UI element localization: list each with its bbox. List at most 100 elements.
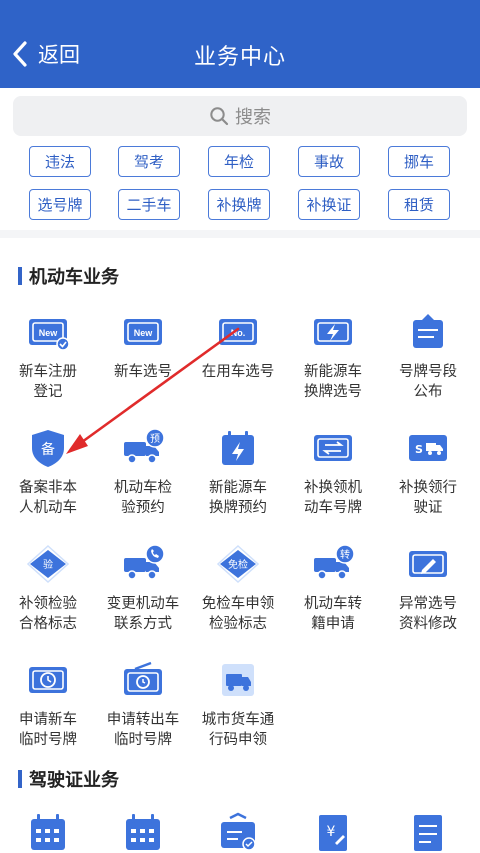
label-line: 联系方式 <box>114 616 172 632</box>
motor-vehicle-section: 机动车业务 New 新车注册 登记 New 新车选号 No. 在用车选号 新能源车 换牌选号 号牌… <box>0 238 480 758</box>
section-title: 机动车业务 <box>29 267 119 288</box>
svg-text:备: 备 <box>41 441 55 458</box>
exempt-badge-icon: 免检 <box>216 544 260 584</box>
service-item-label: 机动车检 验预约 <box>95 478 191 518</box>
label-line: 异常选号 <box>399 596 457 612</box>
label-line: 检验标志 <box>209 616 267 632</box>
label-line: 合格标志 <box>19 616 77 632</box>
fee-document-icon: ¥ <box>319 815 347 851</box>
label-line: 新能源车 <box>209 480 267 496</box>
label-line: 新车选号 <box>114 364 172 380</box>
service-item-label: 备案非本 人机动车 <box>0 478 96 518</box>
service-item-label: 城市货车通 行码申领 <box>190 710 286 750</box>
label-line: 换牌预约 <box>209 500 267 516</box>
svg-text:New: New <box>39 328 59 338</box>
label-line: 登记 <box>33 384 63 400</box>
label-line: 临时号牌 <box>19 732 77 748</box>
label-line: 变更机动车 <box>106 596 180 612</box>
svg-text:New: New <box>134 328 154 338</box>
new-plate-check-icon: New <box>29 319 70 351</box>
svg-text:No.: No. <box>231 328 246 338</box>
service-item-label: 号牌号段 公布 <box>380 362 476 402</box>
label-line: 补领检验 <box>19 596 77 612</box>
quick-tag[interactable]: 补换证 <box>298 189 360 220</box>
section-title: 驾驶证业务 <box>29 770 119 791</box>
announcement-board-icon <box>413 314 443 348</box>
ev-plate-icon <box>314 319 352 345</box>
section-accent-bar <box>18 267 22 285</box>
quick-tag[interactable]: 二手车 <box>118 189 180 220</box>
service-item-label: 机动车转 籍申请 <box>285 594 381 634</box>
quick-tag[interactable]: 挪车 <box>388 146 450 177</box>
label-line: 人机动车 <box>19 500 77 516</box>
section-accent-bar <box>18 770 22 788</box>
service-item-label: 新车注册 登记 <box>0 362 96 402</box>
calendar-icon <box>31 814 65 850</box>
search-icon <box>210 107 229 126</box>
search-input[interactable]: 搜索 <box>13 96 467 136</box>
section-header: 机动车业务 <box>18 263 119 289</box>
label-line: 资料修改 <box>399 616 457 632</box>
search-panel: 搜索 违法 驾考 年检 事故 挪车选号牌 二手车 补换牌 补换证 租赁 <box>0 88 480 230</box>
svg-text:转: 转 <box>340 548 350 561</box>
service-item-label: 异常选号 资料修改 <box>380 594 476 634</box>
license-truck-icon: S <box>409 435 447 461</box>
quick-tag[interactable]: 年检 <box>208 146 270 177</box>
service-item-label: 变更机动车 联系方式 <box>95 594 191 634</box>
label-line: 城市货车通 <box>201 712 275 728</box>
plate-exchange-icon <box>314 435 352 461</box>
svg-text:验: 验 <box>43 558 53 571</box>
service-item-label: 申请转出车 临时号牌 <box>95 710 191 750</box>
quick-tag[interactable]: 事故 <box>298 146 360 177</box>
truck-phone-icon <box>124 544 165 580</box>
quick-tag[interactable]: 违法 <box>29 146 91 177</box>
inspection-badge-icon: 验 <box>26 544 70 584</box>
service-item-label: 新能源车 换牌选号 <box>285 362 381 402</box>
quick-tag[interactable]: 选号牌 <box>29 189 91 220</box>
section-header: 驾驶证业务 <box>18 766 119 792</box>
driver-license-section: 驾驶证业务 ¥ <box>0 758 480 853</box>
quick-tag[interactable]: 补换牌 <box>208 189 270 220</box>
truck-reserve-icon: 预 <box>124 428 165 464</box>
calendar-icon <box>126 814 160 850</box>
label-line: 在用车选号 <box>201 364 275 380</box>
label-line: 补换领机 <box>304 480 362 496</box>
label-line: 补换领行 <box>399 480 457 496</box>
label-line: 籍申请 <box>311 616 355 632</box>
shield-record-icon: 备 <box>32 430 64 467</box>
svg-text:免检: 免检 <box>228 558 248 571</box>
service-item-label: 补换领机 动车号牌 <box>285 478 381 518</box>
service-item-label: 免检车申领 检验标志 <box>190 594 286 634</box>
label-line: 驶证 <box>413 500 443 516</box>
truck-transfer-icon: 转 <box>314 544 355 580</box>
quick-tag[interactable]: 租赁 <box>388 189 450 220</box>
label-line: 新车注册 <box>19 364 77 380</box>
label-line: 动车号牌 <box>304 500 362 516</box>
label-line: 验预约 <box>121 500 165 516</box>
label-line: 新能源车 <box>304 364 362 380</box>
svg-text:¥: ¥ <box>327 824 336 840</box>
service-item-label: 申请新车 临时号牌 <box>0 710 96 750</box>
label-line: 备案非本 <box>19 480 77 496</box>
svg-text:S: S <box>415 443 423 456</box>
quick-tag[interactable]: 驾考 <box>118 146 180 177</box>
label-line: 换牌选号 <box>304 384 362 400</box>
label-line: 申请新车 <box>19 712 77 728</box>
service-item-label: 补换领行 驶证 <box>380 478 476 518</box>
new-plate-icon: New <box>124 319 162 345</box>
search-placeholder: 搜索 <box>235 107 271 128</box>
label-line: 号牌号段 <box>399 364 457 380</box>
label-line: 免检车申领 <box>201 596 275 612</box>
svg-text:预: 预 <box>150 433 160 445</box>
temp-plate-radio-icon <box>124 661 162 695</box>
service-item-label: 在用车选号 <box>190 362 286 382</box>
label-line: 申请转出车 <box>106 712 180 728</box>
temp-plate-clock-icon <box>29 667 67 693</box>
city-truck-icon <box>222 664 254 696</box>
edit-plate-icon <box>409 551 447 577</box>
ev-calendar-icon <box>222 431 254 465</box>
number-plate-icon: No. <box>219 319 257 345</box>
label-line: 机动车检 <box>114 480 172 496</box>
page-title: 业务中心 <box>193 45 286 70</box>
label-line: 公布 <box>413 384 443 400</box>
